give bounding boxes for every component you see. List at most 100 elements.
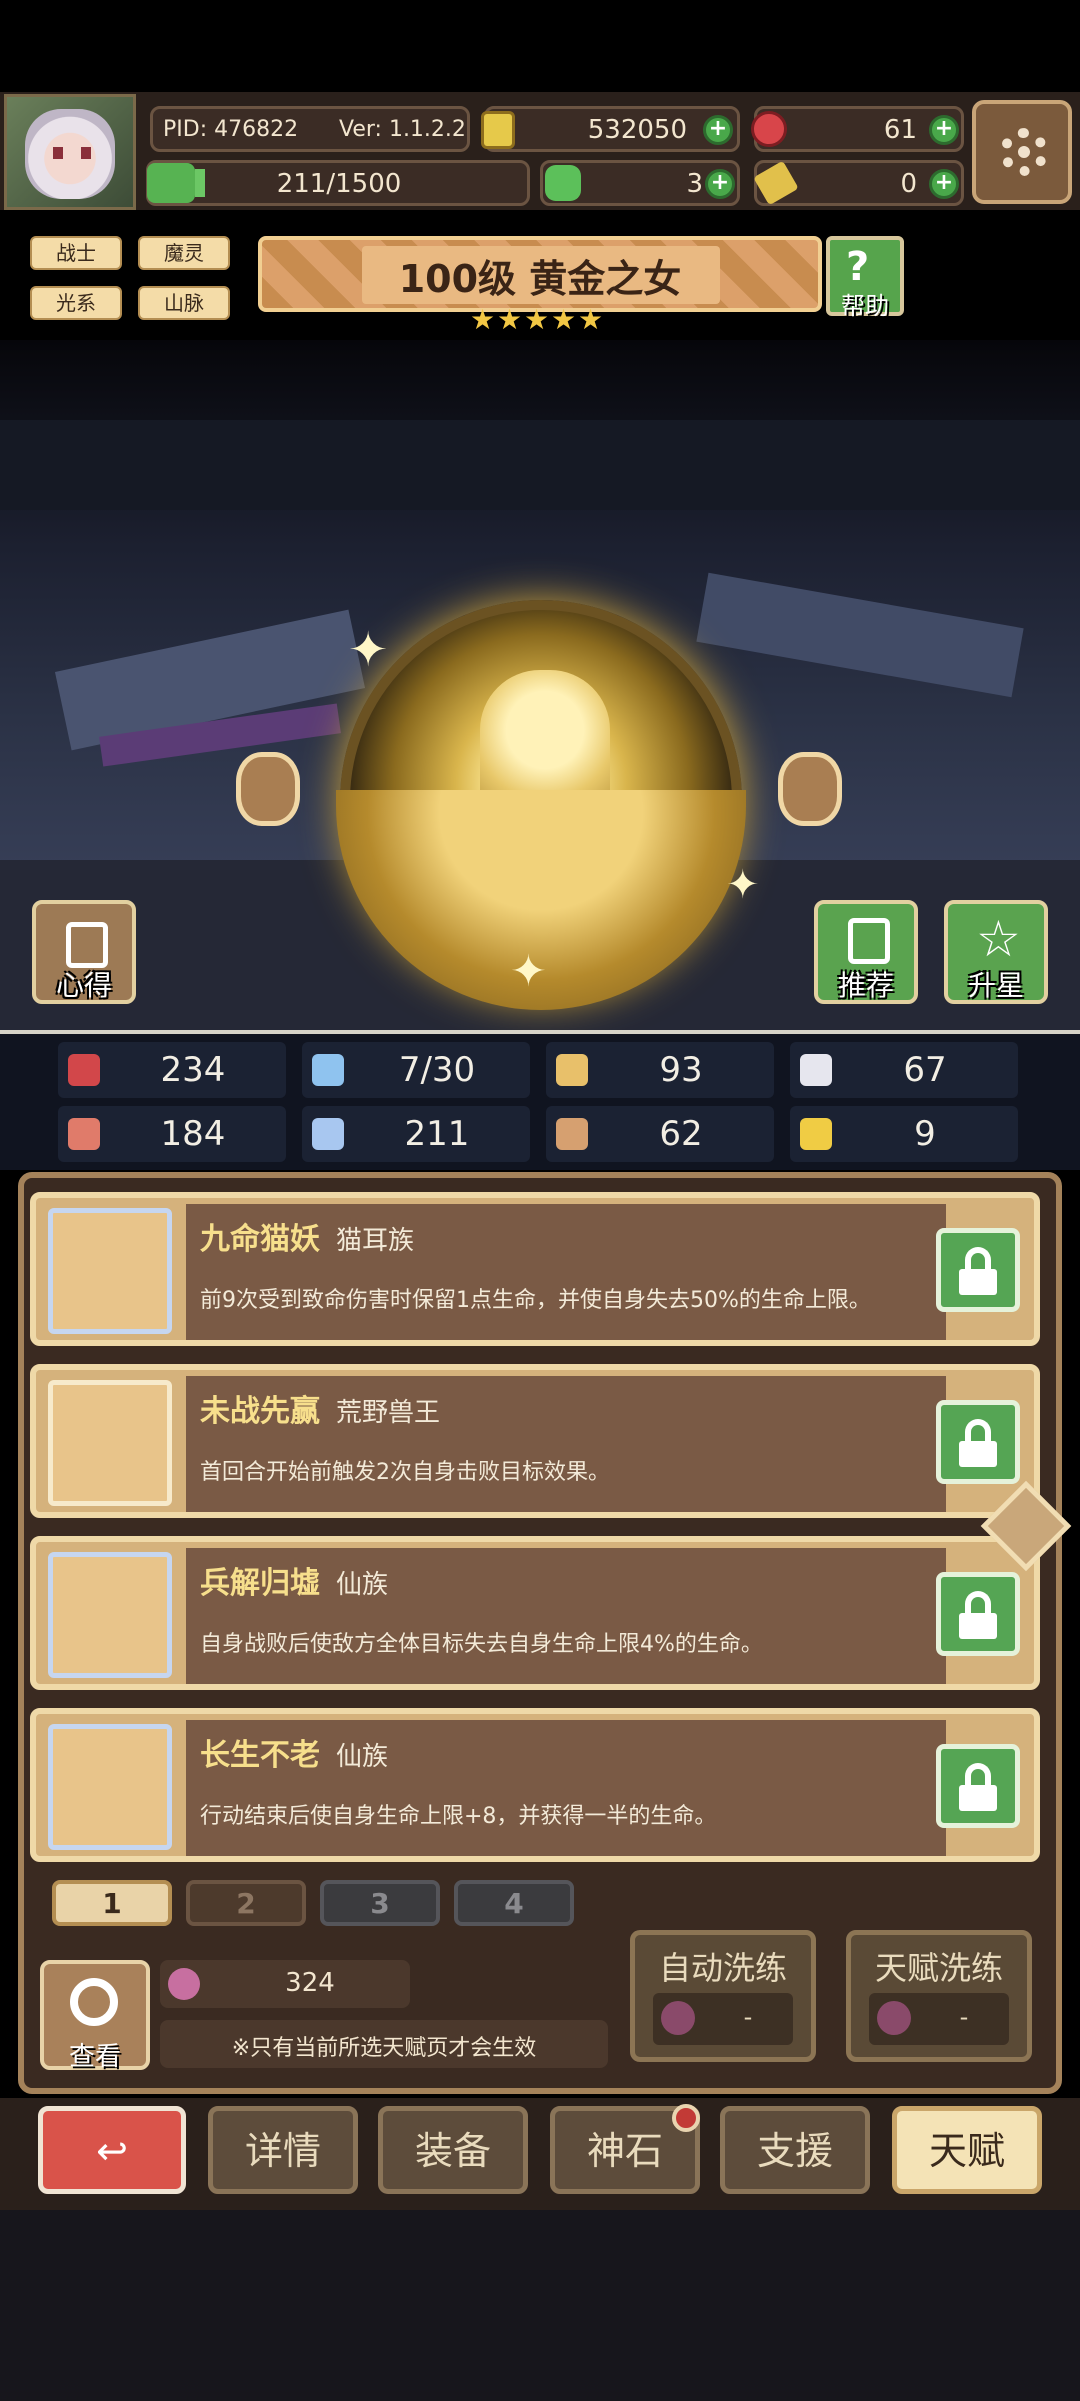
- key-value: 0: [900, 169, 917, 199]
- stat-cell: 234: [58, 1042, 286, 1098]
- energy-icon: [147, 163, 195, 203]
- nav-equip[interactable]: 装备: [378, 2106, 528, 2194]
- notification-badge: [672, 2104, 700, 2132]
- stat-cell: 93: [546, 1042, 774, 1098]
- sparkle-icon: ✦: [510, 946, 547, 997]
- talent-emblem-icon: [48, 1724, 172, 1850]
- talent-tribe: 仙族: [336, 1570, 389, 1600]
- gem-counter: 61 +: [751, 106, 964, 152]
- stat-cell: 9: [790, 1106, 1018, 1162]
- rating-star-icon: ★: [524, 303, 550, 336]
- stat-value: 184: [160, 1114, 226, 1154]
- avatar-face: [25, 109, 115, 199]
- add-gold-button[interactable]: +: [703, 115, 733, 145]
- magnifier-icon: [70, 1978, 118, 2026]
- talent-tribe: 仙族: [336, 1742, 389, 1772]
- stat-cell: 184: [58, 1106, 286, 1162]
- nav-talent[interactable]: 天赋: [892, 2106, 1042, 2194]
- lock-body: [959, 1613, 997, 1639]
- add-key-button[interactable]: +: [929, 169, 959, 199]
- berry-counter: 324: [160, 1960, 410, 2008]
- next-hero-button[interactable]: [778, 752, 842, 826]
- talent-lock-button[interactable]: [936, 1572, 1020, 1656]
- fist-icon: [68, 1118, 100, 1150]
- energy-bar: 211/1500: [146, 160, 530, 206]
- add-gem-button[interactable]: +: [929, 115, 959, 145]
- nav-details[interactable]: 详情: [208, 2106, 358, 2194]
- rating-star-icon: ★: [551, 303, 577, 336]
- auto-refine-button[interactable]: 自动洗练 -: [630, 1930, 816, 2062]
- potion-icon: [877, 2001, 911, 2035]
- auto-refine-cost-slot: -: [653, 1993, 793, 2045]
- lock-body: [959, 1269, 997, 1295]
- water-drop-icon: [312, 1054, 344, 1086]
- stat-value: 9: [914, 1114, 936, 1154]
- star-up-button[interactable]: ☆ 升星: [944, 900, 1048, 1004]
- talent-lock-button[interactable]: [936, 1744, 1020, 1828]
- talent-emblem-icon: [48, 1380, 172, 1506]
- nav-support[interactable]: 支援: [720, 2106, 870, 2194]
- talent-lock-button[interactable]: [936, 1400, 1020, 1484]
- settings-button[interactable]: [972, 100, 1072, 204]
- avatar-eye: [53, 147, 63, 159]
- talent-name: 长生不老: [200, 1738, 320, 1773]
- stat-value: 93: [659, 1050, 703, 1090]
- tag-terrain: 山脉: [138, 286, 230, 320]
- page-tab-2[interactable]: 2: [186, 1880, 306, 1926]
- potion-icon: [661, 2001, 695, 2035]
- talent-card[interactable]: 未战先赢 荒野兽王首回合开始前触发2次自身击败目标效果。: [30, 1364, 1040, 1518]
- stat-value: 211: [404, 1114, 470, 1154]
- talent-tribe: 荒野兽王: [336, 1398, 441, 1428]
- talent-lock-button[interactable]: [936, 1228, 1020, 1312]
- golden-daughter-portrait: [336, 600, 746, 1010]
- help-button[interactable]: ? 帮助: [826, 236, 904, 320]
- notes-label: 心得: [55, 969, 112, 1002]
- gem-value: 61: [883, 115, 917, 145]
- heart-icon: [68, 1054, 100, 1086]
- talent-card[interactable]: 兵解归墟 仙族 自身战败后使敌方全体目标失去自身生命上限4%的生命。: [30, 1536, 1040, 1690]
- key-icon: [753, 160, 799, 206]
- player-avatar[interactable]: [4, 94, 136, 210]
- page-tab-4[interactable]: 4: [454, 1880, 574, 1926]
- talent-description: 行动结束后使自身生命上限+8，并获得一半的生命。: [200, 1804, 717, 1829]
- lock-body: [959, 1441, 997, 1467]
- book-icon: [312, 1118, 344, 1150]
- view-button[interactable]: 查看: [40, 1960, 150, 2072]
- talent-description: 前9次受到致命伤害时保留1点生命，并使自身失去50%的生命上限。: [200, 1288, 871, 1313]
- talent-card[interactable]: 长生不老 仙族行动结束后使自身生命上限+8，并获得一半的生命。: [30, 1708, 1040, 1862]
- talent-refine-button[interactable]: 天赋洗练 -: [846, 1930, 1032, 2062]
- sparkle-icon: ✦: [726, 862, 760, 908]
- energy-fill: [195, 169, 205, 197]
- page-tab-1[interactable]: 1: [52, 1880, 172, 1926]
- rating-star-icon: ★: [497, 303, 523, 336]
- stat-cell: 211: [302, 1106, 530, 1162]
- armor-icon: [556, 1118, 588, 1150]
- gear-hub: [1012, 140, 1036, 164]
- page-note-text: ※只有当前所选天赋页才会生效: [231, 2036, 537, 2061]
- prev-hero-button[interactable]: [236, 752, 300, 826]
- talent-card[interactable]: 九命猫妖 猫耳族 前9次受到致命伤害时保留1点生命，并使自身失去50%的生命上限。: [30, 1192, 1040, 1346]
- talent-description: 首回合开始前触发2次自身击败目标效果。: [200, 1460, 610, 1485]
- stat-value: 234: [160, 1050, 226, 1090]
- recommend-label: 推荐: [837, 969, 894, 1002]
- info-box: PID: 476822 Ver: 1.1.2.2: [150, 106, 470, 152]
- stat-cell: 7/30: [302, 1042, 530, 1098]
- rating-star-icon: ★: [578, 303, 604, 336]
- talent-description: 自身战败后使敌方全体目标失去自身生命上限4%的生命。: [200, 1632, 763, 1657]
- talent-name: 未战先赢: [200, 1394, 320, 1429]
- key-counter: 0 +: [753, 160, 964, 206]
- hero-title-banner: 100级 黄金之女: [258, 236, 822, 312]
- page-note: ※只有当前所选天赋页才会生效: [160, 2020, 608, 2068]
- auto-refine-cost: -: [743, 2003, 753, 2031]
- page-tab-3[interactable]: 3: [320, 1880, 440, 1926]
- talent-body: 兵解归墟 仙族 自身战败后使敌方全体目标失去自身生命上限4%的生命。: [186, 1548, 946, 1684]
- screen-bottom: [0, 2210, 1080, 2401]
- recommend-button[interactable]: 推荐: [814, 900, 918, 1004]
- notes-button[interactable]: 心得: [32, 900, 136, 1004]
- back-button[interactable]: ↩: [38, 2106, 186, 2194]
- rating-star-icon: ★: [470, 303, 496, 336]
- stat-cell: 67: [790, 1042, 1018, 1098]
- star-icon: ☆: [976, 910, 1021, 968]
- berry-value: 324: [285, 1968, 335, 1998]
- add-clover-button[interactable]: +: [705, 169, 735, 199]
